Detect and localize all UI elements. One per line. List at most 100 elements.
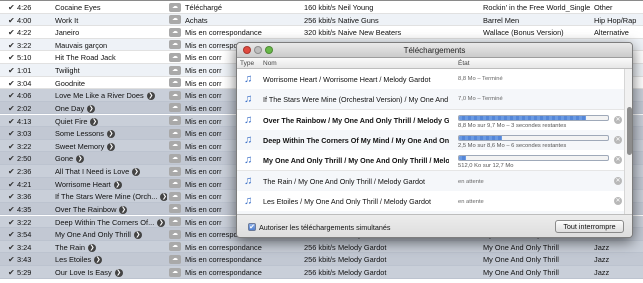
song-checkbox[interactable]: ✔	[8, 230, 15, 239]
cancel-download-icon[interactable]: ✕	[614, 156, 622, 165]
go-arrow-icon[interactable]: ❯	[132, 168, 141, 177]
song-name-text: One Day	[55, 103, 85, 113]
song-checkbox[interactable]: ✔	[8, 268, 15, 277]
go-arrow-icon[interactable]: ❯	[157, 218, 166, 227]
song-checkbox[interactable]: ✔	[8, 3, 15, 12]
song-checkbox[interactable]: ✔	[8, 167, 15, 176]
column-header-name[interactable]: Nom	[263, 60, 277, 67]
song-duration: 2:02	[17, 103, 32, 113]
song-icloud-status: Mis en corr	[185, 217, 222, 227]
download-name: My One And Only Thrill / My One And Only…	[263, 156, 449, 166]
song-row[interactable]: ✔4:22 Janeiro❯☁ Mis en correspondance 320 k…	[0, 26, 643, 39]
column-header-type[interactable]: Type	[240, 60, 254, 67]
stop-all-button[interactable]: Tout interrompre	[555, 220, 624, 233]
simultaneous-downloads-checkbox[interactable]: ✔	[248, 223, 256, 231]
song-bitrate: 256 kbit/s	[304, 242, 336, 252]
song-checkbox[interactable]: ✔	[8, 129, 15, 138]
scrollbar-thumb[interactable]	[627, 107, 632, 155]
song-checkbox[interactable]: ✔	[8, 154, 15, 163]
go-arrow-icon[interactable]: ❯	[76, 155, 85, 164]
song-duration: 3:22	[17, 40, 32, 50]
column-header-state[interactable]: État	[458, 60, 470, 67]
song-checkbox[interactable]: ✔	[8, 243, 15, 252]
go-arrow-icon[interactable]: ❯	[107, 142, 116, 151]
download-row[interactable]: ♫ Over The Rainbow / My One And Only Thri…	[237, 109, 624, 131]
song-artist: Melody Gardot	[338, 268, 387, 278]
song-name-text: Work It	[55, 15, 79, 25]
song-bitrate: 256 kbit/s	[304, 15, 336, 25]
song-checkbox[interactable]: ✔	[8, 180, 15, 189]
go-arrow-icon[interactable]: ❯	[146, 92, 155, 101]
go-arrow-icon[interactable]: ❯	[119, 205, 128, 214]
go-arrow-icon[interactable]: ❯	[160, 193, 167, 202]
icloud-status-icon: ☁	[169, 103, 181, 113]
song-row[interactable]: ✔ 3:24 The Rain ❯ ☁ Mis en correspondance 256 …	[0, 240, 643, 254]
song-checkbox[interactable]: ✔	[8, 41, 15, 50]
go-arrow-icon[interactable]: ❯	[94, 256, 103, 265]
song-row[interactable]: ✔ 5:29 Our Love Is Easy ❯ ☁ Mis en correspond…	[0, 266, 643, 279]
icloud-status-icon: ☁	[169, 40, 181, 50]
song-checkbox[interactable]: ✔	[8, 91, 15, 100]
song-checkbox[interactable]: ✔	[8, 218, 15, 227]
cancel-download-icon[interactable]: ✕	[614, 135, 622, 144]
cancel-download-icon[interactable]: ✕	[614, 176, 622, 185]
download-row[interactable]: ♫ Worrisome Heart / Worrisome Heart / Mel…	[237, 69, 624, 90]
go-arrow-icon[interactable]: ❯	[133, 231, 142, 240]
icloud-status-icon: ☁	[169, 204, 181, 214]
song-name: Quiet Fire ❯	[55, 117, 167, 126]
go-arrow-icon[interactable]: ❯	[113, 180, 122, 189]
song-icloud-status: Mis en correspondance	[185, 28, 262, 38]
song-checkbox[interactable]: ✔	[8, 255, 15, 264]
song-checkbox[interactable]: ✔	[8, 117, 15, 126]
cancel-download-icon[interactable]: ✕	[614, 115, 622, 124]
download-state: 8,8 Mo – Terminé	[458, 76, 503, 82]
song-row[interactable]: ✔4:00 Work It❯☁ Achats 256 kbit/sNative Gun…	[0, 13, 643, 27]
song-duration: 3:54	[17, 230, 32, 240]
download-row[interactable]: ♫ If The Stars Were Mine (Orchestral Vers…	[237, 89, 624, 111]
song-name-text: Les Etoiles	[55, 255, 92, 265]
song-icloud-status: Mis en corr	[185, 103, 222, 113]
song-name-text: Twilight	[55, 66, 80, 76]
song-name-text: Deep Within The Corners Of...	[55, 217, 155, 227]
song-name: If The Stars Were Mine (Orch... ❯	[55, 192, 167, 202]
icloud-status-icon: ☁	[169, 217, 181, 227]
song-genre: Jazz	[594, 255, 610, 265]
go-arrow-icon[interactable]: ❯	[114, 269, 123, 278]
downloads-scrollbar[interactable]	[624, 69, 632, 214]
song-genre: Jazz	[594, 268, 610, 278]
song-name-text: My One And Only Thrill	[55, 230, 131, 240]
song-duration: 4:13	[17, 116, 32, 126]
song-duration: 3:22	[17, 141, 32, 151]
download-progress-text: 2,5 Mo sur 8,6 Mo – 6 secondes restantes	[458, 142, 567, 149]
go-arrow-icon[interactable]: ❯	[88, 243, 96, 252]
go-arrow-icon[interactable]: ❯	[90, 117, 99, 126]
song-name: Janeiro❯	[55, 28, 167, 37]
download-row[interactable]: ♫ The Rain / My One And Only Thrill / Mel…	[237, 170, 624, 192]
song-checkbox[interactable]: ✔	[8, 104, 15, 113]
window-titlebar[interactable]: Téléchargements	[237, 43, 632, 58]
song-row[interactable]: ✔ 3:43 Les Etoiles ❯ ☁ Mis en correspondance 2…	[0, 253, 643, 266]
cancel-download-icon[interactable]: ✕	[614, 196, 622, 205]
song-checkbox[interactable]: ✔	[8, 192, 15, 201]
song-checkbox[interactable]: ✔	[8, 142, 15, 151]
song-icloud-status: Mis en corr	[185, 204, 222, 214]
song-checkbox[interactable]: ✔	[8, 28, 15, 37]
icloud-status-icon: ☁	[169, 52, 181, 62]
song-row[interactable]: ✔4:26 Cocaine Eyes❯☁ Téléchargé 160 kbit/sN…	[0, 1, 643, 14]
song-checkbox[interactable]: ✔	[8, 79, 15, 88]
download-row[interactable]: ♫ Deep Within The Corners Of My Mind / My…	[237, 129, 624, 151]
song-bitrate: 320 kbit/s	[304, 28, 336, 38]
song-checkbox[interactable]: ✔	[8, 16, 15, 25]
go-arrow-icon[interactable]: ❯	[106, 130, 115, 139]
song-checkbox[interactable]: ✔	[8, 205, 15, 214]
download-name: Deep Within The Corners Of My Mind / My …	[263, 135, 449, 145]
song-checkbox[interactable]: ✔	[8, 66, 15, 75]
download-name: Worrisome Heart / Worrisome Heart / Melo…	[263, 75, 431, 84]
download-row[interactable]: ♫ My One And Only Thrill / My One And Onl…	[237, 150, 624, 172]
download-row[interactable]: ♫ Les Etoiles / My One And Only Thrill / …	[237, 190, 624, 212]
song-checkbox[interactable]: ✔	[8, 53, 15, 62]
icloud-status-icon: ☁	[169, 65, 181, 75]
go-arrow-icon[interactable]: ❯	[87, 105, 96, 113]
song-name-text: Worrisome Heart	[55, 179, 111, 189]
music-note-icon: ♫	[244, 174, 253, 187]
